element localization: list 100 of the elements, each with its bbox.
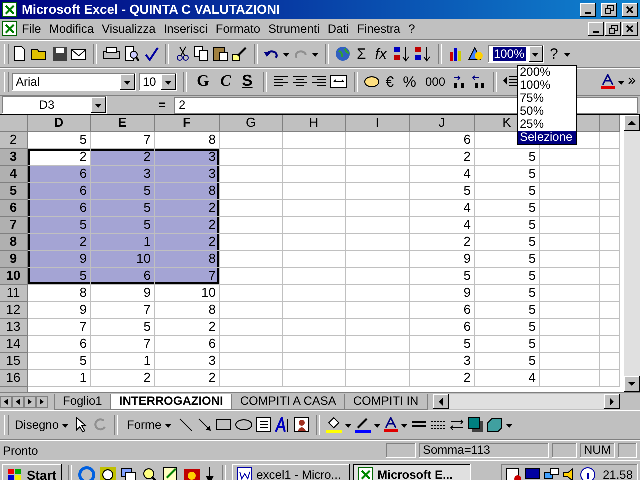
spelling-check-icon[interactable] [143,46,159,62]
close-icon[interactable] [626,25,634,33]
shadow-icon[interactable] [468,417,484,433]
text-box-icon[interactable] [256,417,272,433]
row-header[interactable]: 15 [0,353,28,370]
menu-item[interactable]: Strumenti [264,22,324,36]
zoom-field[interactable]: 100% [488,45,544,63]
column-header[interactable]: I [346,115,410,132]
row-header[interactable]: 7 [0,217,28,234]
restore-button[interactable] [601,2,617,16]
row-header[interactable]: 4 [0,166,28,183]
menu-item[interactable]: File [18,22,46,36]
clip-art-icon[interactable] [294,417,310,433]
format-painter-icon[interactable] [232,46,248,62]
underline-button[interactable]: S [238,73,257,91]
menu-item[interactable]: Modifica [45,22,98,36]
help-button[interactable]: ? [546,46,562,62]
column-header[interactable]: F [155,115,220,132]
font-color-icon[interactable] [601,74,615,90]
first-sheet-icon[interactable] [0,396,12,408]
menu-item[interactable]: Formato [212,22,265,36]
start-button[interactable]: Start [2,464,62,480]
scroll-up-icon[interactable] [628,120,636,126]
row-header[interactable]: 8 [0,234,28,251]
scheduler-icon[interactable] [506,467,522,480]
print-icon[interactable] [103,46,121,62]
zoom-option[interactable]: 100% [518,79,576,92]
restore-button[interactable] [605,22,621,36]
magnifier-icon[interactable] [140,466,159,480]
column-header[interactable]: E [91,115,155,132]
row-header[interactable]: 6 [0,200,28,217]
info-icon[interactable] [580,467,596,480]
taskbar-button[interactable]: excel1 - Micro... [232,464,350,480]
globe-icon[interactable] [335,46,351,62]
copy-icon[interactable] [194,46,210,62]
merge-center-icon[interactable] [330,74,348,90]
clock-icon[interactable] [98,466,117,480]
rectangle-icon[interactable] [216,417,232,433]
decrease-decimal-icon[interactable] [470,74,487,90]
horizontal-scrollbar[interactable] [432,394,620,409]
restore-icon[interactable] [608,24,618,34]
column-header[interactable]: H [283,115,346,132]
row-header[interactable]: 14 [0,336,28,353]
thousands-button[interactable]: 000 [422,75,449,89]
row-header[interactable]: 11 [0,285,28,302]
save-icon[interactable] [52,46,68,62]
3d-icon[interactable] [486,417,503,433]
bar-chart-icon[interactable] [448,46,464,62]
line-icon[interactable] [178,417,194,433]
paste-icon[interactable] [213,46,229,62]
row-header[interactable]: 5 [0,183,28,200]
notepad-icon[interactable] [162,466,180,480]
menu-item[interactable]: Finestra [353,22,405,36]
percent-button[interactable]: % [400,74,420,90]
arrow-icon[interactable] [196,417,213,433]
sheet-tab[interactable]: COMPITI IN [344,394,428,410]
menu-item[interactable]: Visualizza [98,22,160,36]
new-document-icon[interactable] [12,46,28,62]
euro-button[interactable]: € [382,74,398,90]
row-header[interactable]: 12 [0,302,28,319]
row-header[interactable]: 3 [0,149,28,166]
monitor-icon[interactable] [524,467,541,480]
previous-sheet-icon[interactable] [12,396,24,408]
network-icon[interactable] [544,467,560,480]
taskbar-button[interactable]: Microsoft E... [352,464,471,480]
row-header[interactable]: 13 [0,319,28,336]
minimize-button[interactable] [588,22,604,36]
drawing-tools-icon[interactable] [466,46,485,62]
name-box[interactable]: D3 [2,96,107,114]
sort-ascending-icon[interactable] [392,46,411,62]
sort-descending-icon[interactable] [414,46,432,62]
line-color-icon[interactable] [354,417,371,433]
bold-button[interactable]: G [193,73,214,91]
print-preview-icon[interactable] [124,46,140,62]
next-sheet-icon[interactable] [24,396,36,408]
font-name-field[interactable]: Arial [12,73,136,91]
close-button[interactable] [622,2,638,16]
close-icon[interactable] [626,6,634,14]
restore-icon[interactable] [604,5,614,14]
workbook-icon[interactable] [2,21,18,37]
column-header[interactable]: J [410,115,475,132]
menu-item[interactable]: ? [404,22,420,36]
column-header[interactable]: D [28,115,91,132]
fill-color-icon[interactable] [326,417,342,433]
italic-button[interactable]: C [216,73,236,91]
zoom-option[interactable]: 200% [518,66,576,79]
row-header[interactable]: 2 [0,132,28,149]
row-header[interactable]: 9 [0,251,28,268]
scroll-right-icon[interactable] [609,398,615,406]
sheet-tab[interactable]: INTERROGAZIONI [110,394,232,410]
zoom-option[interactable]: Selezione [518,131,576,144]
draw-menu-button[interactable]: Disegno [12,417,72,433]
minimize-button[interactable] [580,2,596,16]
font-size-field[interactable]: 10 [139,73,177,91]
vertical-scrollbar[interactable] [624,115,640,392]
close-button[interactable] [622,22,638,36]
shapes-menu-button[interactable]: Forme [124,417,175,433]
sheet-tab[interactable]: COMPITI A CASA [231,394,346,410]
last-sheet-icon[interactable] [36,396,48,408]
menu-item[interactable]: Inserisci [160,22,212,36]
